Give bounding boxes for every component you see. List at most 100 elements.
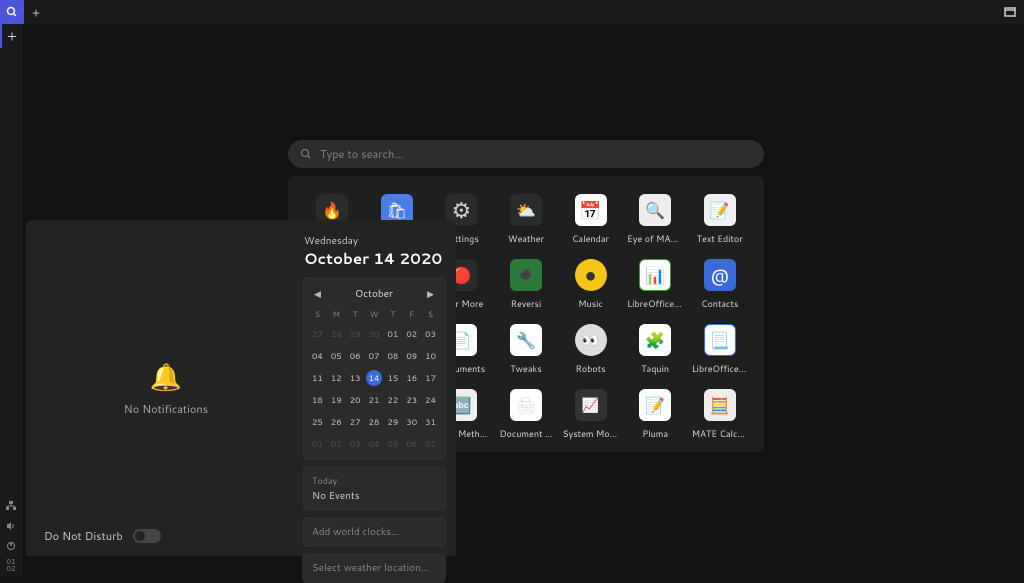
app-launcher[interactable]: Eye of MATE… xyxy=(623,194,688,245)
dnd-label: Do Not Disturb xyxy=(44,528,123,544)
weekday-label: Wednesday xyxy=(304,234,444,248)
calendar-day[interactable]: 02 xyxy=(327,436,346,452)
search-bar[interactable] xyxy=(288,140,764,168)
calendar-day[interactable]: 07 xyxy=(365,348,384,364)
topbar: + xyxy=(0,0,1024,24)
calendar-day[interactable]: 06 xyxy=(402,436,421,452)
calendar-day[interactable]: 26 xyxy=(327,414,346,430)
app-label: LibreOffice … xyxy=(627,297,683,310)
app-label: Reversi xyxy=(511,297,542,310)
dow-header: S xyxy=(308,308,327,320)
app-launcher[interactable]: LibreOffice … xyxy=(687,324,752,375)
calendar-day[interactable]: 29 xyxy=(346,326,365,342)
app-launcher[interactable]: Pluma xyxy=(623,389,688,440)
app-label: System Mon… xyxy=(563,427,619,440)
calendar-day[interactable]: 03 xyxy=(346,436,365,452)
wired-icon xyxy=(6,501,16,511)
calendar-day[interactable]: 05 xyxy=(327,348,346,364)
calendar-day[interactable]: 06 xyxy=(346,348,365,364)
calendar-day[interactable]: 30 xyxy=(402,414,421,430)
calendar-day[interactable]: 23 xyxy=(402,392,421,408)
app-launcher[interactable]: Taquin xyxy=(623,324,688,375)
app-launcher[interactable]: MATE Calcul… xyxy=(687,389,752,440)
network-status-icon[interactable] xyxy=(0,496,22,516)
app-label: Tweaks xyxy=(510,362,541,375)
calendar-day[interactable]: 15 xyxy=(383,370,402,386)
app-launcher[interactable]: Tweaks xyxy=(494,324,559,375)
calendar-day[interactable]: 31 xyxy=(421,414,440,430)
calendar-day[interactable]: 11 xyxy=(308,370,327,386)
calendar-day[interactable]: 24 xyxy=(421,392,440,408)
add-weather-location-button[interactable]: Select weather location… xyxy=(302,553,446,583)
calendar-day[interactable]: 27 xyxy=(346,414,365,430)
calendar-day[interactable]: 07 xyxy=(421,436,440,452)
datetime-popup: 🔔 No Notifications Wednesday October 14 … xyxy=(26,220,456,556)
new-tab[interactable]: + xyxy=(24,0,48,24)
app-launcher[interactable]: Weather xyxy=(494,194,559,245)
search-tab[interactable] xyxy=(0,0,24,24)
calendar-day[interactable]: 18 xyxy=(308,392,327,408)
calendar-day[interactable]: 30 xyxy=(365,326,384,342)
add-workspace-button[interactable]: + xyxy=(0,24,22,48)
search-icon xyxy=(300,148,312,160)
calendar-day[interactable]: 28 xyxy=(327,326,346,342)
events-today-label: Today xyxy=(312,474,436,487)
date-header: Wednesday October 14 2020 xyxy=(304,234,444,269)
next-month-button[interactable]: ▶ xyxy=(423,285,438,302)
calendar-pane: Wednesday October 14 2020 ◀ October ▶ SM… xyxy=(302,230,446,546)
calendar-day[interactable]: 22 xyxy=(383,392,402,408)
calendar-day[interactable]: 10 xyxy=(421,348,440,364)
calendar-day[interactable]: 04 xyxy=(308,348,327,364)
app-launcher[interactable]: Reversi xyxy=(494,259,559,310)
add-world-clocks-button[interactable]: Add world clocks… xyxy=(302,517,446,547)
calendar-day[interactable]: 17 xyxy=(421,370,440,386)
app-launcher[interactable]: Contacts xyxy=(687,259,752,310)
app-launcher[interactable]: Music xyxy=(558,259,623,310)
music-icon xyxy=(575,259,607,291)
calendar-day[interactable]: 28 xyxy=(365,414,384,430)
app-launcher[interactable]: Text Editor xyxy=(687,194,752,245)
calendar-day[interactable]: 05 xyxy=(383,436,402,452)
calendar-day[interactable]: 13 xyxy=(346,370,365,386)
calendar-day[interactable]: 12 xyxy=(327,370,346,386)
volume-status-icon[interactable] xyxy=(0,516,22,536)
robots-icon xyxy=(575,324,607,356)
app-label: Eye of MATE… xyxy=(627,232,683,245)
app-label: Pluma xyxy=(642,427,668,440)
taquin-icon xyxy=(639,324,671,356)
app-launcher[interactable]: Document … xyxy=(494,389,559,440)
calc-icon xyxy=(639,259,671,291)
calendar-day[interactable]: 01 xyxy=(308,436,327,452)
app-launcher[interactable]: Calendar xyxy=(558,194,623,245)
calendar-day[interactable]: 29 xyxy=(383,414,402,430)
reversi-icon xyxy=(510,259,542,291)
calendar-icon xyxy=(575,194,607,226)
prev-month-button[interactable]: ◀ xyxy=(310,285,325,302)
app-launcher[interactable]: LibreOffice … xyxy=(623,259,688,310)
calendar-day[interactable]: 25 xyxy=(308,414,327,430)
docscan-icon xyxy=(510,389,542,421)
power-icon xyxy=(6,541,16,551)
calendar-day[interactable]: 03 xyxy=(421,326,440,342)
clock-status[interactable]: 01 02 xyxy=(0,556,22,576)
dnd-toggle[interactable] xyxy=(133,529,161,543)
window-maximize-button[interactable] xyxy=(996,0,1024,24)
calendar-day[interactable]: 19 xyxy=(327,392,346,408)
calendar-day[interactable]: 27 xyxy=(308,326,327,342)
calendar-day[interactable]: 09 xyxy=(402,348,421,364)
calendar-day[interactable]: 21 xyxy=(365,392,384,408)
app-launcher[interactable]: System Mon… xyxy=(558,389,623,440)
matecalc-icon xyxy=(704,389,736,421)
calendar-day[interactable]: 08 xyxy=(383,348,402,364)
calendar-day[interactable]: 14 xyxy=(366,370,382,386)
dow-header: W xyxy=(365,308,384,320)
calendar-day[interactable]: 04 xyxy=(365,436,384,452)
app-label: Robots xyxy=(576,362,606,375)
calendar-day[interactable]: 16 xyxy=(402,370,421,386)
power-status-icon[interactable] xyxy=(0,536,22,556)
app-launcher[interactable]: Robots xyxy=(558,324,623,375)
calendar-day[interactable]: 02 xyxy=(402,326,421,342)
search-input[interactable] xyxy=(320,146,752,162)
calendar-day[interactable]: 01 xyxy=(383,326,402,342)
calendar-day[interactable]: 20 xyxy=(346,392,365,408)
